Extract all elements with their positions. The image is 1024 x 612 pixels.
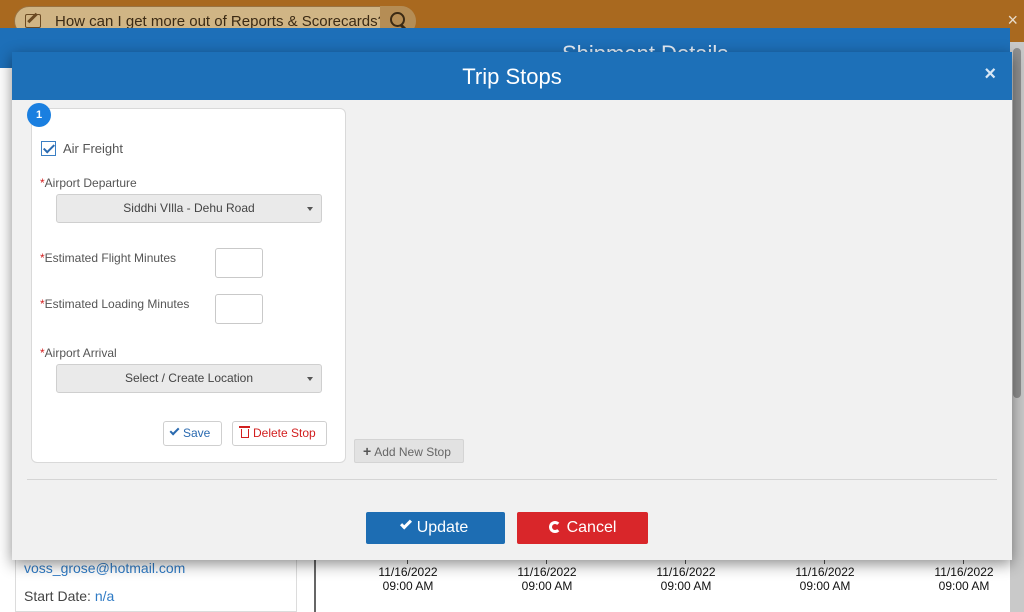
air-freight-checkbox[interactable] (41, 141, 56, 156)
timeline-time: 09:00 AM (938, 579, 990, 593)
airport-arrival-value: Select / Create Location (124, 371, 254, 385)
contact-email-link[interactable]: voss_grose@hotmail.com (24, 560, 185, 576)
page-scrollbar[interactable] (1010, 42, 1024, 612)
trash-icon (239, 426, 250, 438)
stops-timeline: 11/16/2022 09:00 AM 11/16/2022 09:00 AM … (314, 555, 1010, 612)
update-label: Update (416, 519, 469, 536)
cancel-button[interactable]: Cancel (517, 512, 648, 544)
start-date-value: n/a (94, 588, 115, 604)
delete-label: Delete Stop (253, 426, 316, 440)
timeline-date: 11/16/2022 (656, 565, 716, 579)
flight-minutes-label-text: Estimated Flight Minutes (44, 251, 177, 265)
refresh-icon (548, 521, 561, 533)
stop-card: 1 Air Freight *Airport Departure Siddhi … (27, 103, 346, 463)
check-icon (399, 517, 412, 530)
timeline-time: 09:00 AM (521, 579, 573, 593)
cancel-label: Cancel (566, 519, 617, 536)
airport-departure-label: *Airport Departure (40, 176, 137, 190)
timeline-item: 11/16/2022 09:00 AM (368, 557, 448, 593)
airport-departure-label-text: Airport Departure (44, 176, 137, 190)
scrollbar-thumb[interactable] (1013, 48, 1021, 398)
add-new-stop-button[interactable]: + Add New Stop (354, 439, 464, 463)
edit-icon (25, 14, 41, 28)
timeline-date: 11/16/2022 (795, 565, 855, 579)
modal-title: Trip Stops (462, 64, 562, 89)
update-button[interactable]: Update (366, 512, 505, 544)
trip-stops-modal: Trip Stops × 1 Air Freight *Airport Depa… (12, 52, 1012, 560)
timeline-date: 11/16/2022 (517, 565, 577, 579)
stop-number-badge: 1 (27, 103, 51, 127)
loading-minutes-label-text: Estimated Loading Minutes (44, 297, 190, 311)
timeline-time: 09:00 AM (660, 579, 712, 593)
caret-down-icon (307, 377, 313, 381)
timeline-item: 11/16/2022 09:00 AM (507, 557, 587, 593)
flight-minutes-input[interactable] (215, 248, 263, 278)
timeline-item: 11/16/2022 09:00 AM (785, 557, 865, 593)
start-date: Start Date: n/a (24, 588, 114, 604)
airport-arrival-select[interactable]: Select / Create Location (56, 364, 322, 393)
timeline-time: 09:00 AM (799, 579, 851, 593)
save-stop-button[interactable]: Save (163, 421, 222, 446)
delete-stop-button[interactable]: Delete Stop (232, 421, 327, 446)
air-freight-label[interactable]: Air Freight (63, 141, 123, 156)
loading-minutes-label: *Estimated Loading Minutes (40, 297, 189, 311)
plus-icon: + (363, 443, 372, 459)
timeline-time: 09:00 AM (382, 579, 434, 593)
airport-departure-select[interactable]: Siddhi VIlla - Dehu Road (56, 194, 322, 223)
airport-arrival-label: *Airport Arrival (40, 346, 117, 360)
airport-arrival-label-text: Airport Arrival (44, 346, 117, 360)
start-date-label: Start Date: (24, 588, 91, 604)
airport-departure-value: Siddhi VIlla - Dehu Road (123, 201, 255, 215)
modal-divider (27, 479, 997, 480)
timeline-date: 11/16/2022 (934, 565, 994, 579)
timeline-date: 11/16/2022 (378, 565, 438, 579)
timeline-item: 11/16/2022 09:00 AM (924, 557, 1004, 593)
add-stop-label: Add New Stop (374, 445, 451, 459)
check-icon (169, 425, 180, 436)
flight-minutes-label: *Estimated Flight Minutes (40, 251, 176, 265)
save-label: Save (183, 426, 211, 440)
loading-minutes-input[interactable] (215, 294, 263, 324)
timeline-item: 11/16/2022 09:00 AM (646, 557, 726, 593)
caret-down-icon (307, 207, 313, 211)
modal-close-icon[interactable]: × (984, 63, 996, 86)
modal-header: Trip Stops × (12, 52, 1012, 100)
